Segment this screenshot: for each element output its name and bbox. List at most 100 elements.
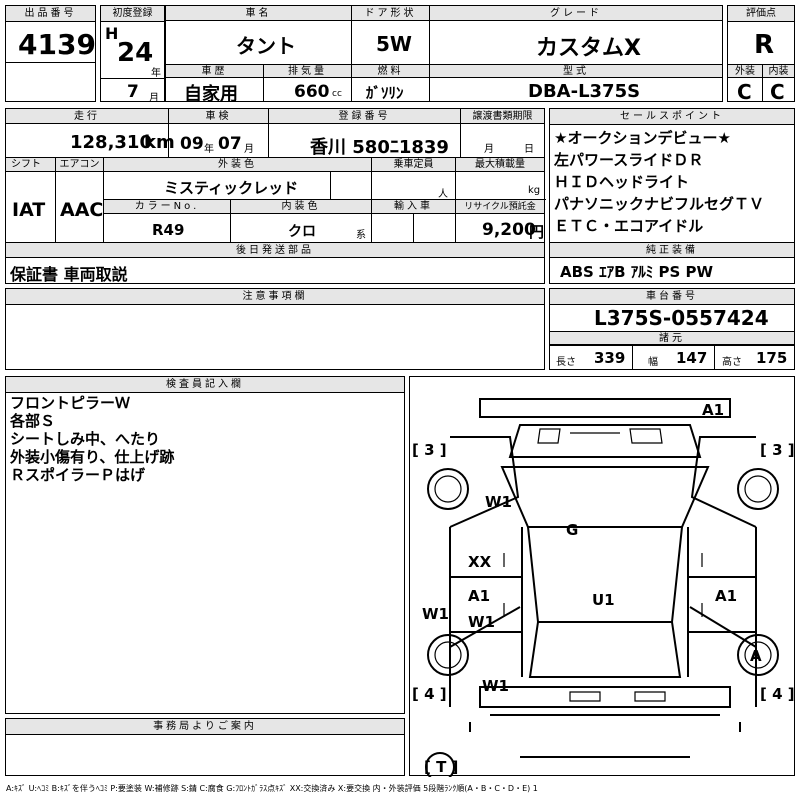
inspector-notes-block: 検査員記入欄 フロントピラーＷ 各部Ｓ シートしみ中、へたり 外装小傷有り、仕上… (5, 376, 405, 714)
overall-rating: R (754, 30, 775, 60)
recycle-fee: 9,200 (482, 220, 536, 240)
mark-bracket-4-right: [ 4 ] (760, 685, 795, 703)
damage-diagram: A1 W1 G XX A1 W1 U1 A1 W1 A W1 [ 3 ] [ 3… (409, 376, 795, 782)
recycle-header: リサイクル預託金 (455, 200, 544, 214)
chassis-header: 車台番号 (550, 289, 794, 305)
height-label: 高さ (722, 357, 742, 368)
car-history: 自家用 (184, 84, 238, 105)
notes-block: 注意事項欄 (5, 288, 545, 370)
mark-a1-right: A1 (715, 587, 737, 605)
wheel-rear-left (427, 634, 469, 676)
lot-number: 4139 (18, 28, 96, 61)
aircon-header: エアコン (55, 158, 103, 172)
exterior-header: 外装 (728, 65, 762, 78)
sales-point: 左パワースライドＤＲ (554, 151, 704, 169)
legend: A:ｷｽﾞ U:ﾍｺﾐ B:ｷｽﾞを伴うﾍｺﾐ P:要塗装 W:補修跡 S:錆 … (6, 784, 538, 793)
displacement-unit: cc (332, 89, 342, 99)
width-label: 幅 (648, 357, 658, 368)
door-header: ドア形状 (351, 6, 429, 21)
sales-point: ★オークションデビュー★ (554, 129, 731, 147)
inspection-month-unit: 月 (244, 144, 254, 155)
inspection-month: 07 (218, 134, 242, 154)
exterior-color-header: 外装色 (103, 158, 371, 172)
interior-color-header: 内装色 (230, 200, 371, 214)
import-header: 輸入車 (371, 200, 455, 214)
shift-header: シフト (6, 158, 55, 172)
year-unit: 年 (151, 68, 161, 79)
year: 24 (117, 38, 154, 68)
chassis-block: 車台番号 L375S-0557424 諸元 長さ 339 幅 147 高さ 17… (549, 288, 795, 370)
later-docs-header: 後日発送部品 (6, 243, 544, 258)
exterior-grade: C (737, 80, 752, 104)
exterior-color: ミスティックレッド (164, 179, 299, 197)
mark-u1: U1 (592, 591, 615, 609)
sales-point: パナソニックナビフルセグＴＶ (554, 195, 765, 213)
registration-header: 登録番号 (268, 109, 460, 124)
car-name-header: 車名 (166, 6, 351, 21)
first-registration-cell: 初度登録 H 24 年 7 月 (100, 5, 165, 104)
lot-number-cell: 出品番号 4139 (5, 5, 96, 102)
mark-xx: XX (468, 553, 492, 571)
mark-bracket-3-left: [ 3 ] (412, 441, 447, 459)
mileage-unit: km (144, 132, 175, 153)
office-notice-header: 事務局よりご案内 (6, 719, 404, 735)
capacity-unit: 人 (438, 189, 448, 200)
model-header: 型式 (429, 65, 722, 78)
rating-header: 評価点 (728, 6, 794, 22)
spec-block: 走行 車検 登録番号 譲渡書類期限 128,310 km 09 年 07 月 香… (5, 108, 546, 284)
transfer-month-unit: 月 (484, 144, 494, 155)
transfer-header: 譲渡書類期限 (460, 109, 544, 124)
mark-w1-left: W1 (422, 605, 449, 623)
rating-cell: 評価点 R 外装 内装 C C (727, 5, 795, 104)
car-name: タント (236, 34, 296, 58)
mark-w1-lower: W1 (482, 677, 509, 695)
model-code: DBA-L375S (528, 81, 641, 102)
mark-g: G (566, 521, 578, 539)
inspector-note: ＲスポイラーＰはげ (10, 466, 146, 484)
inspector-note: シートしみ中、へたり (10, 430, 161, 448)
interior-grade: C (770, 80, 785, 104)
mark-w1-upper: W1 (485, 493, 512, 511)
month: 7 (127, 82, 139, 102)
inspection-year: 09 (180, 134, 204, 154)
office-notice-block: 事務局よりご案内 (5, 718, 405, 776)
mark-bracket-3-right: [ 3 ] (760, 441, 795, 459)
length-label: 長さ (556, 357, 576, 368)
dimensions-header: 諸元 (550, 332, 794, 345)
mark-a1-left: A1 (468, 587, 490, 605)
fuel-type: ｶﾞｿﾘﾝ (366, 84, 404, 102)
windshield-outline (500, 466, 710, 528)
mark-front: A1 (702, 401, 724, 419)
sales-point: ＥＴＣ・エコアイドル (554, 217, 704, 235)
sales-points-block: セールスポイント ★オークションデビュー★ 左パワースライドＤＲ ＨＩＤヘッドラ… (549, 108, 795, 284)
inspection-header: 車検 (168, 109, 268, 124)
width-value: 147 (676, 349, 708, 367)
notes-header: 注意事項欄 (6, 289, 544, 305)
mark-a-right: A (750, 647, 762, 665)
chassis-number: L375S-0557424 (594, 306, 769, 330)
inspector-notes-header: 検査員記入欄 (6, 377, 404, 393)
shift-type: IAT (12, 199, 46, 221)
color-number-header: カラーNo. (104, 200, 230, 214)
sales-points-header: セールスポイント (550, 109, 794, 125)
lot-number-header: 出品番号 (6, 6, 95, 22)
grade: カスタムX (536, 36, 641, 61)
car-info-block: 車名 ドア形状 グレード タント 5W カスタムX 車歴 排気量 燃料 型式 自… (165, 5, 723, 105)
interior-color: クロ (288, 224, 316, 240)
displacement-header: 排気量 (263, 65, 351, 78)
inspector-note: フロントピラーＷ (10, 394, 131, 412)
wheel-front-left (427, 468, 469, 510)
mark-bracket-t: [ T ] (424, 758, 458, 776)
later-docs: 保証書 車両取説 (10, 265, 128, 284)
load-unit: kg (528, 185, 541, 196)
interior-header: 内装 (762, 65, 794, 78)
wheel-front-right (737, 468, 779, 510)
recycle-unit: 円 (529, 223, 545, 241)
rear-window-outline (528, 621, 682, 678)
first-registration-header: 初度登録 (101, 6, 164, 22)
transfer-day-unit: 日 (524, 144, 534, 155)
aircon-type: AAC (60, 199, 104, 221)
door-type: 5W (376, 32, 412, 56)
length-value: 339 (594, 349, 626, 367)
registration-number: 香川 580ﾆ1839 (310, 137, 449, 158)
